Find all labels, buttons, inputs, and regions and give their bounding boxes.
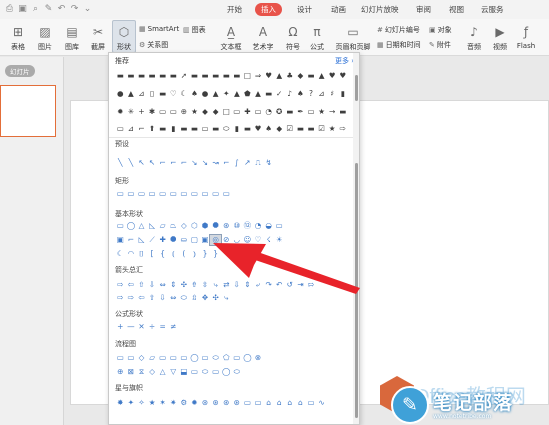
annotation-arrow [213, 243, 360, 294]
annotation-arrow-shaft [252, 251, 360, 294]
